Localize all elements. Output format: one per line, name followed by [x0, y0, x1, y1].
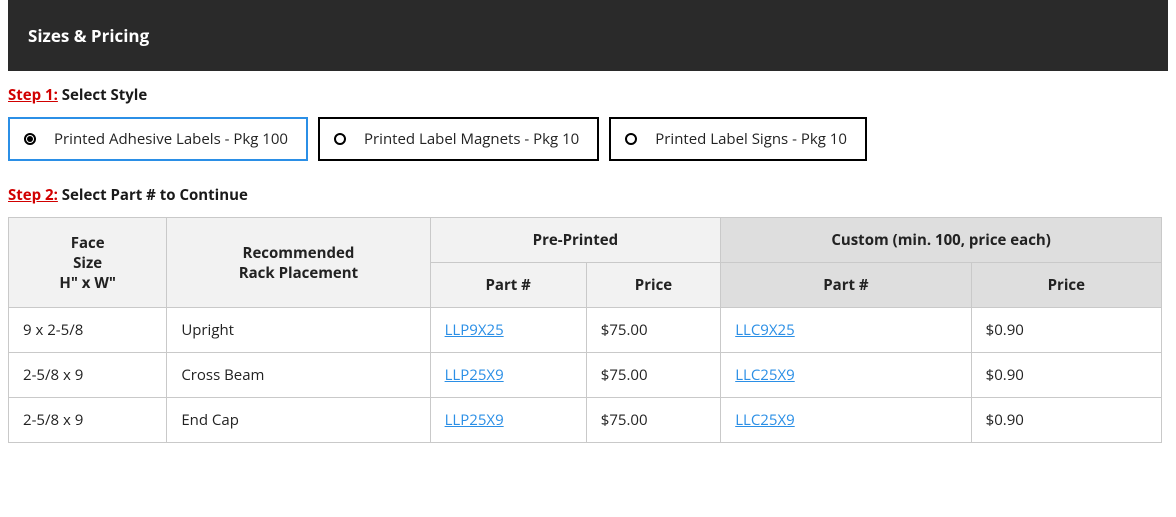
step1-label: Step 1: — [8, 85, 58, 105]
table-row: 2-5/8 x 9 End Cap LLP25X9 $75.00 LLC25X9… — [9, 398, 1162, 443]
cell-placement: End Cap — [167, 398, 430, 443]
cell-pre-price: $75.00 — [586, 308, 720, 353]
cell-placement: Upright — [167, 308, 430, 353]
step1-heading: Step 1: Select Style — [8, 85, 1168, 105]
cell-placement: Cross Beam — [167, 353, 430, 398]
col-pre-part: Part # — [430, 263, 586, 308]
col-custom-group: Custom (min. 100, price each) — [721, 218, 1162, 263]
style-option-adhesive[interactable]: Printed Adhesive Labels - Pkg 100 — [8, 117, 308, 161]
cell-face-size: 9 x 2-5/8 — [9, 308, 167, 353]
cell-pre-part: LLP25X9 — [430, 353, 586, 398]
cell-pre-part: LLP9X25 — [430, 308, 586, 353]
step1-text: Select Style — [62, 85, 147, 105]
pricing-table: Face Size H" x W" Recommended Rack Place… — [8, 217, 1162, 443]
th-text: H" x W" — [59, 273, 116, 293]
section-header: Sizes & Pricing — [8, 0, 1168, 71]
cell-face-size: 2-5/8 x 9 — [9, 353, 167, 398]
step2-text: Select Part # to Continue — [62, 185, 248, 205]
cell-pre-price: $75.00 — [586, 398, 720, 443]
step2-heading: Step 2: Select Part # to Continue — [8, 185, 1168, 205]
radio-icon — [625, 133, 637, 145]
style-option-magnets[interactable]: Printed Label Magnets - Pkg 10 — [318, 117, 599, 161]
cell-pre-price: $75.00 — [586, 353, 720, 398]
style-option-label: Printed Label Magnets - Pkg 10 — [364, 129, 579, 149]
style-option-signs[interactable]: Printed Label Signs - Pkg 10 — [609, 117, 867, 161]
th-text: Recommended — [243, 243, 355, 263]
radio-icon — [334, 133, 346, 145]
table-row: 9 x 2-5/8 Upright LLP9X25 $75.00 LLC9X25… — [9, 308, 1162, 353]
cell-cust-price: $0.90 — [971, 308, 1161, 353]
th-text: Size — [73, 253, 102, 273]
section-title: Sizes & Pricing — [28, 24, 149, 47]
table-row: 2-5/8 x 9 Cross Beam LLP25X9 $75.00 LLC2… — [9, 353, 1162, 398]
part-link[interactable]: LLP25X9 — [445, 365, 504, 385]
radio-icon — [24, 133, 36, 145]
cell-cust-part: LLC25X9 — [721, 398, 971, 443]
col-cust-part: Part # — [721, 263, 971, 308]
col-cust-price: Price — [971, 263, 1161, 308]
col-face-size: Face Size H" x W" — [9, 218, 167, 308]
step2-label: Step 2: — [8, 185, 58, 205]
style-options-row: Printed Adhesive Labels - Pkg 100 Printe… — [8, 117, 1168, 161]
cell-cust-price: $0.90 — [971, 353, 1161, 398]
cell-cust-price: $0.90 — [971, 398, 1161, 443]
style-option-label: Printed Adhesive Labels - Pkg 100 — [54, 129, 288, 149]
th-text: Rack Placement — [239, 263, 358, 283]
cell-cust-part: LLC9X25 — [721, 308, 971, 353]
part-link[interactable]: LLC25X9 — [735, 410, 795, 430]
style-option-label: Printed Label Signs - Pkg 10 — [655, 129, 847, 149]
cell-cust-part: LLC25X9 — [721, 353, 971, 398]
cell-face-size: 2-5/8 x 9 — [9, 398, 167, 443]
col-pre-price: Price — [586, 263, 720, 308]
part-link[interactable]: LLC9X25 — [735, 320, 795, 340]
th-text: Face — [71, 233, 105, 253]
part-link[interactable]: LLP9X25 — [445, 320, 504, 340]
col-preprinted-group: Pre-Printed — [430, 218, 721, 263]
part-link[interactable]: LLC25X9 — [735, 365, 795, 385]
cell-pre-part: LLP25X9 — [430, 398, 586, 443]
col-placement: Recommended Rack Placement — [167, 218, 430, 308]
part-link[interactable]: LLP25X9 — [445, 410, 504, 430]
